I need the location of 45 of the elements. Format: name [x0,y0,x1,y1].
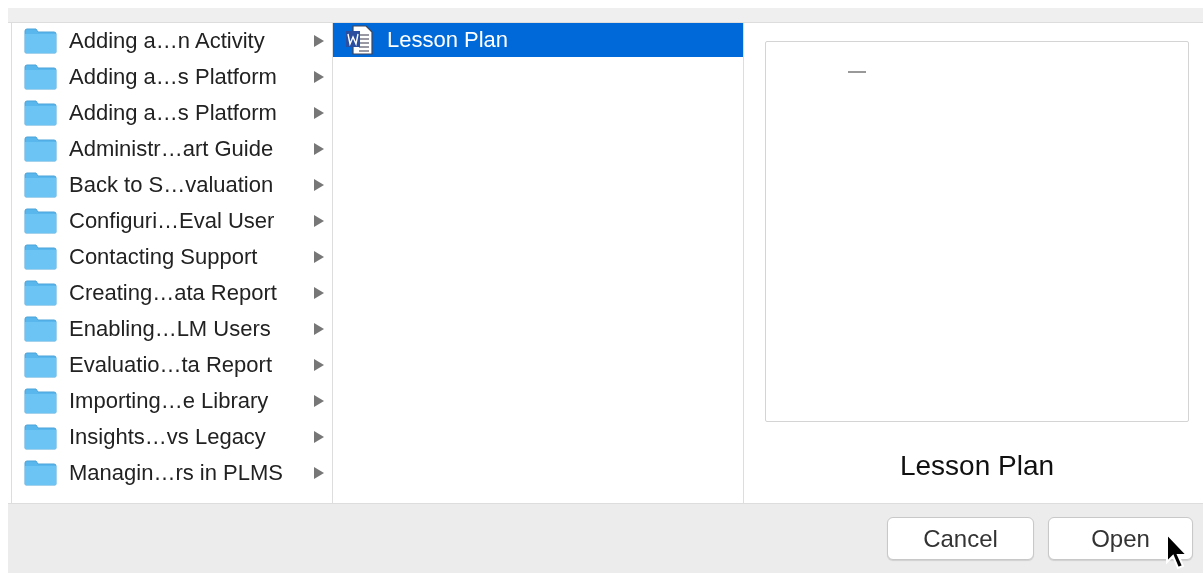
folder-item[interactable]: Contacting Support [12,239,332,275]
preview-dash [848,71,866,73]
disclosure-arrow-icon [314,143,324,155]
disclosure-arrow-icon [314,359,324,371]
disclosure-arrow-icon [314,71,324,83]
open-button[interactable]: Open [1048,517,1193,560]
disclosure-arrow-icon [314,287,324,299]
folder-icon [24,208,57,234]
folder-item[interactable]: Creating…ata Report [12,275,332,311]
folder-icon [24,388,57,414]
folder-item[interactable]: Managin…rs in PLMS [12,455,332,491]
disclosure-arrow-icon [314,35,324,47]
folder-item[interactable]: Configuri…Eval User [12,203,332,239]
disclosure-arrow-icon [314,215,324,227]
folder-icon [24,172,57,198]
folder-item[interactable]: Evaluatio…ta Report [12,347,332,383]
folder-icon [24,424,57,450]
folder-icon [24,244,57,270]
folder-item[interactable]: Adding a…n Activity [12,23,332,59]
folder-item[interactable]: Adding a…s Platform [12,95,332,131]
disclosure-arrow-icon [314,251,324,263]
disclosure-arrow-icon [314,395,324,407]
disclosure-arrow-icon [314,467,324,479]
folder-icon [24,280,57,306]
folder-icon [24,316,57,342]
folder-item[interactable]: Adding a…s Platform [12,59,332,95]
preview-title: Lesson Plan [899,450,1055,482]
folder-icon [24,460,57,486]
file-item[interactable]: Lesson Plan [333,23,743,57]
disclosure-arrow-icon [314,431,324,443]
word-document-icon [345,25,373,55]
folder-icon [24,352,57,378]
folder-icon [24,100,57,126]
folder-icon [24,28,57,54]
disclosure-arrow-icon [314,107,324,119]
folder-icon [24,136,57,162]
folder-item[interactable]: Insights…vs Legacy [12,419,332,455]
cancel-button[interactable]: Cancel [887,517,1034,560]
folder-item[interactable]: Back to S…valuation [12,167,332,203]
folder-icon [24,64,57,90]
folder-item[interactable]: Importing…e Library [12,383,332,419]
disclosure-arrow-icon [314,179,324,191]
folder-item[interactable]: Administr…art Guide [12,131,332,167]
folder-item[interactable]: Enabling…LM Users [12,311,332,347]
disclosure-arrow-icon [314,323,324,335]
